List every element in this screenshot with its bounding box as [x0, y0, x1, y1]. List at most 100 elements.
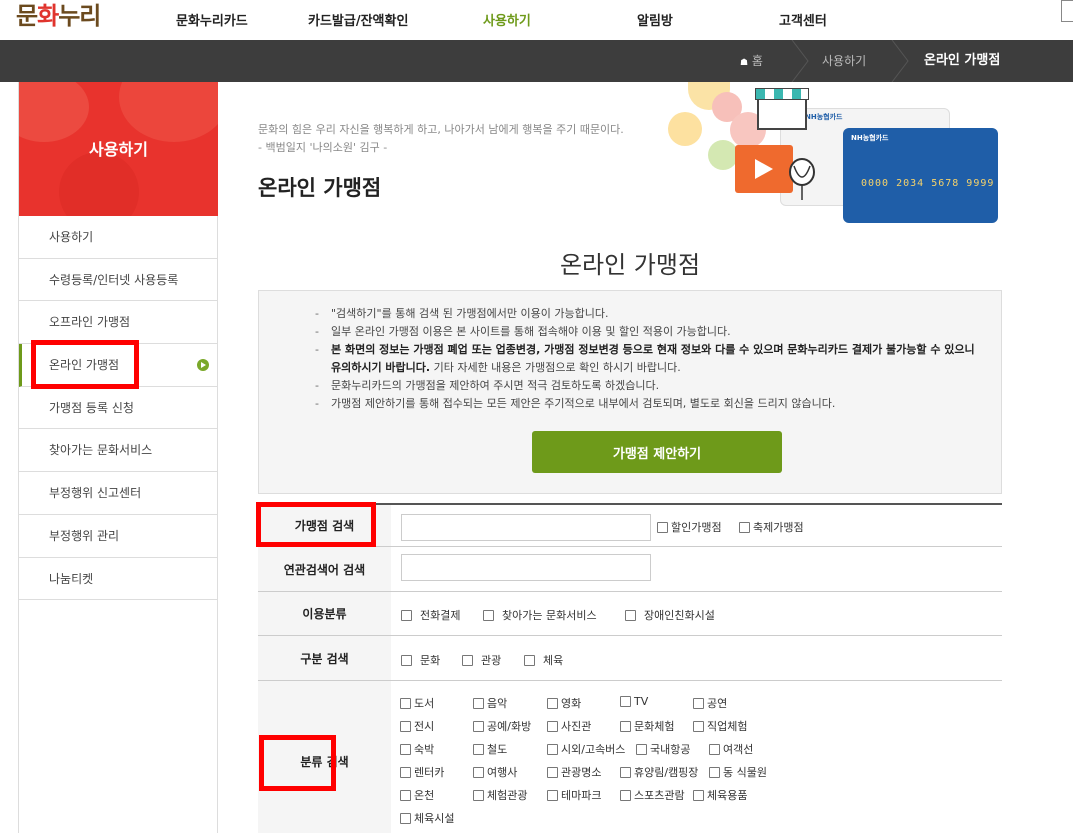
- category-checkbox-themepark[interactable]: 테마파크: [547, 787, 601, 803]
- breadcrumb-usage[interactable]: 사용하기: [822, 40, 866, 82]
- search-row-category: 분류 검색 도서 음악 영화 TV 공연 전시 공예/화방 사진관 문화체험 직…: [258, 681, 1002, 833]
- notice-item: 본 화면의 정보는 가맹점 폐업 또는 업종변경, 가맹점 정보변경 등으로 현…: [315, 341, 985, 377]
- breadcrumb-home[interactable]: ☗ 홈: [740, 40, 763, 82]
- category-checkbox-job-exp[interactable]: 직업체험: [693, 718, 747, 734]
- category-checkbox-railway[interactable]: 철도: [473, 741, 507, 757]
- sidebar-item-registration[interactable]: 수령등록/인터넷 사용등록: [19, 259, 217, 302]
- nav-notice[interactable]: 알림방: [637, 10, 673, 29]
- related-keyword-input[interactable]: [401, 554, 651, 581]
- checkbox-label: 휴양림/캠핑장: [634, 766, 699, 779]
- checkbox-label: 장애인친화시설: [644, 609, 715, 622]
- page-title: 온라인 가맹점: [258, 176, 382, 200]
- row-label: 구분 검색: [258, 636, 391, 680]
- category-checkbox-performance[interactable]: 공연: [693, 695, 727, 711]
- checkbox-label: 직업체험: [707, 720, 748, 733]
- sports-checkbox[interactable]: 체육: [524, 652, 563, 668]
- category-checkbox-zoo[interactable]: 동 식물원: [709, 764, 767, 780]
- category-checkbox-rentcar[interactable]: 렌터카: [400, 764, 444, 780]
- merchant-search-input[interactable]: [401, 514, 651, 541]
- decor-circle: [708, 140, 738, 170]
- category-checkbox-grid: 도서 음악 영화 TV 공연 전시 공예/화방 사진관 문화체험 직업체험 숙박…: [391, 681, 1002, 833]
- card-number: 0000 2034 5678 9999: [861, 178, 995, 189]
- notice-list: "검색하기"를 통해 검색 된 가맹점에서만 이용이 가능합니다. 일부 온라인…: [315, 305, 985, 413]
- sidebar-item-share-ticket[interactable]: 나눔티켓: [19, 558, 217, 601]
- festival-merchant-checkbox[interactable]: 축제가맹점: [739, 519, 804, 535]
- checkbox-label: 도서: [414, 697, 435, 710]
- home-icon: ☗: [740, 58, 749, 68]
- checkbox-label: 체육: [543, 654, 564, 667]
- culture-checkbox[interactable]: 문화: [401, 652, 440, 668]
- intro-quote: 문화의 힘은 우리 자신을 행복하게 하고, 나아가서 남에게 행복을 주기 때…: [258, 121, 624, 157]
- checkbox-label: 전화결제: [420, 609, 461, 622]
- checkbox-label: 온천: [414, 789, 435, 802]
- nav-card-issue[interactable]: 카드발급/잔액확인: [308, 10, 408, 29]
- category-checkbox-tv[interactable]: TV: [620, 695, 648, 708]
- row-label: 이용분류: [258, 592, 391, 635]
- highlight-frame: [256, 502, 376, 547]
- site-logo[interactable]: 문화누리: [16, 0, 101, 32]
- category-checkbox-bus[interactable]: 시외/고속버스: [547, 741, 625, 757]
- header-corner-widget[interactable]: [1061, 0, 1073, 22]
- category-checkbox-domestic-air[interactable]: 국내항공: [636, 741, 690, 757]
- notice-box: "검색하기"를 통해 검색 된 가맹점에서만 이용이 가능합니다. 일부 온라인…: [258, 290, 1002, 494]
- checkbox-label: 공연: [707, 697, 728, 710]
- checkbox-label: 관광명소: [561, 766, 602, 779]
- tourism-checkbox[interactable]: 관광: [462, 652, 501, 668]
- category-checkbox-culture-exp[interactable]: 문화체험: [620, 718, 674, 734]
- category-checkbox-photo[interactable]: 사진관: [547, 718, 591, 734]
- sidebar-item-merchant-apply[interactable]: 가맹점 등록 신청: [19, 387, 217, 430]
- category-checkbox-music[interactable]: 음악: [473, 695, 507, 711]
- nav-usage[interactable]: 사용하기: [483, 10, 531, 29]
- suggest-merchant-button[interactable]: 가맹점 제안하기: [532, 431, 782, 473]
- category-checkbox-sports-facility[interactable]: 체육시설: [400, 810, 454, 826]
- category-checkbox-travel-agency[interactable]: 여행사: [473, 764, 517, 780]
- category-checkbox-exhibition[interactable]: 전시: [400, 718, 434, 734]
- balloon-icon: [789, 158, 815, 200]
- phone-payment-checkbox[interactable]: 전화결제: [401, 607, 460, 623]
- breadcrumb-current: 온라인 가맹점: [924, 53, 1001, 68]
- category-checkbox-sports-goods[interactable]: 체육용품: [693, 787, 747, 803]
- sidebar-item-visiting-service[interactable]: 찾아가는 문화서비스: [19, 429, 217, 473]
- category-checkbox-ferry[interactable]: 여객선: [709, 741, 753, 757]
- category-checkbox-lodging[interactable]: 숙박: [400, 741, 434, 757]
- checkbox-label: 숙박: [414, 743, 435, 756]
- checkbox-label: 동 식물원: [723, 766, 767, 779]
- category-checkbox-sports-watch[interactable]: 스포츠관람: [620, 787, 685, 803]
- sidebar-item-fraud-report[interactable]: 부정행위 신고센터: [19, 472, 217, 515]
- search-row-division: 구분 검색 문화 관광 체육: [258, 636, 1002, 681]
- sidebar-item-offline-merchant[interactable]: 오프라인 가맹점: [19, 301, 217, 345]
- nav-customer-center[interactable]: 고객센터: [779, 10, 827, 29]
- checkbox-label: 테마파크: [561, 789, 602, 802]
- search-row-keyword: 연관검색어 검색: [258, 547, 1002, 592]
- discount-merchant-checkbox[interactable]: 할인가맹점: [657, 519, 722, 535]
- category-checkbox-movie[interactable]: 영화: [547, 695, 581, 711]
- nav-culture-card[interactable]: 문화누리카드: [176, 10, 248, 29]
- checkbox-label: 사진관: [561, 720, 592, 733]
- checkbox-label: 국내항공: [650, 743, 691, 756]
- breadcrumb-home-label: 홈: [751, 54, 763, 68]
- checkbox-label: 여행사: [487, 766, 518, 779]
- arrow-circle-icon: [197, 359, 209, 372]
- checkbox-label: 체육시설: [414, 812, 455, 825]
- store-icon: [755, 88, 809, 130]
- category-checkbox-attraction[interactable]: 관광명소: [547, 764, 601, 780]
- checkbox-label: 렌터카: [414, 766, 445, 779]
- category-checkbox-camping[interactable]: 휴양림/캠핑장: [620, 764, 698, 780]
- card-brand: NH농협카드: [805, 113, 843, 121]
- notice-item: 일부 온라인 가맹점 이용은 본 사이트를 통해 접속해야 이용 및 할인 적용…: [315, 323, 985, 341]
- category-checkbox-book[interactable]: 도서: [400, 695, 434, 711]
- notice-item: 가맹점 제안하기를 통해 접수되는 모든 제안은 주기적으로 내부에서 검토되며…: [315, 395, 985, 413]
- visiting-service-checkbox[interactable]: 찾아가는 문화서비스: [483, 607, 597, 623]
- checkbox-label: TV: [634, 695, 649, 708]
- checkbox-label: 문화: [420, 654, 441, 667]
- sidebar-item-fraud-manage[interactable]: 부정행위 관리: [19, 515, 217, 558]
- category-checkbox-hotspring[interactable]: 온천: [400, 787, 434, 803]
- breadcrumb-separator-icon: [891, 40, 909, 82]
- category-checkbox-craft[interactable]: 공예/화방: [473, 718, 531, 734]
- accessible-facility-checkbox[interactable]: 장애인친화시설: [625, 607, 715, 623]
- breadcrumb: ☗ 홈 사용하기 온라인 가맹점: [0, 40, 1073, 82]
- sidebar-item-usage[interactable]: 사용하기: [19, 216, 217, 259]
- highlight-frame: [31, 340, 139, 389]
- category-checkbox-exp-tourism[interactable]: 체험관광: [473, 787, 527, 803]
- checkbox-label: 영화: [561, 697, 582, 710]
